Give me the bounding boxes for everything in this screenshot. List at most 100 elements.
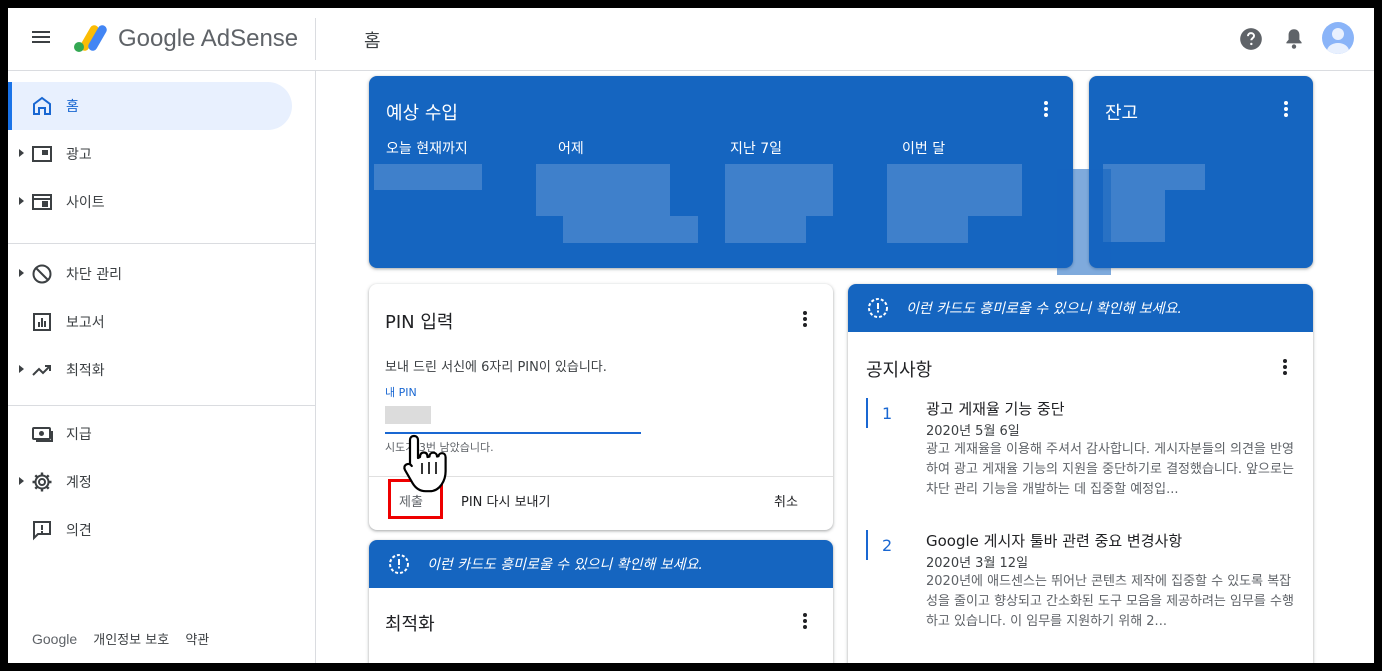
hand-pointer-icon [403,434,447,493]
sidebar-item-reports[interactable]: 보고서 [8,298,292,346]
notice-title: 광고 게재율 기능 중단 [926,400,1065,418]
adsense-logo-icon [74,25,107,52]
more-vert-icon[interactable] [793,309,817,333]
sidebar-item-label: 지급 [66,427,92,443]
notice-marker [866,530,868,560]
pin-title: PIN 입력 [385,312,454,333]
app-window: Google AdSense 홈 홈 광고 사이트 차단 관리 보고서 최적화 … [8,8,1374,663]
sidebar-item-ads[interactable]: 광고 [8,130,292,178]
info-badge-icon [389,554,409,574]
redacted-value [725,216,806,243]
sidebar-item-optimization[interactable]: 최적화 [8,346,292,394]
sidebar-item-payments[interactable]: 지급 [8,410,292,458]
redacted-value [1057,169,1111,275]
suggestion-banner: 이런 카드도 흥미로울 수 있으니 확인해 보세요. [369,540,833,588]
cancel-button[interactable]: 취소 [774,491,798,510]
stat-label-today: 오늘 현재까지 [386,141,468,157]
redacted-value [536,164,670,216]
earnings-title: 예상 수입 [386,103,458,124]
info-badge-icon [868,298,888,318]
pin-field-label: 내 PIN [385,386,417,399]
stat-label-7days: 지난 7일 [730,141,782,157]
gear-icon [32,472,52,492]
sidebar-item-label: 홈 [66,99,79,115]
sidebar-item-home[interactable]: 홈 [8,82,292,130]
pin-description: 보내 드린 서신에 6자리 PIN이 있습니다. [385,360,607,375]
sidebar-item-sites[interactable]: 사이트 [8,178,292,226]
more-vert-icon[interactable] [1034,99,1058,123]
sidebar: 홈 광고 사이트 차단 관리 보고서 최적화 지급 계정 의견 Google 개… [8,71,316,663]
expand-arrow-icon[interactable] [19,149,24,157]
main-content: 예상 수입 오늘 현재까지 어제 지난 7일 이번 달 잔고 PIN 입력 보내… [317,71,1374,663]
payments-icon [32,427,53,442]
block-icon [32,264,52,284]
privacy-link[interactable]: 개인정보 보호 [93,633,169,648]
sidebar-item-label: 보고서 [66,315,105,331]
redacted-value [887,164,1022,216]
stat-label-month: 이번 달 [902,141,946,157]
help-icon[interactable] [1238,26,1264,52]
sidebar-item-label: 의견 [66,523,92,539]
redacted-value [385,406,431,424]
notices-title: 공지사항 [866,360,933,381]
sidebar-item-feedback[interactable]: 의견 [8,506,292,554]
redacted-value [1103,164,1205,190]
sidebar-item-label: 계정 [66,475,92,491]
sidebar-divider [8,405,316,406]
feedback-icon [33,521,51,541]
reports-icon [33,313,51,331]
notice-title: Google 게시자 툴바 관련 중요 변경사항 [926,532,1183,550]
sidebar-divider [8,243,316,244]
expand-arrow-icon[interactable] [19,365,24,373]
ads-icon [32,146,52,162]
sidebar-item-label: 사이트 [66,195,105,211]
redacted-value [887,216,968,243]
redacted-value [725,164,833,216]
stat-label-yesterday: 어제 [558,141,584,157]
earnings-card: 예상 수입 오늘 현재까지 어제 지난 7일 이번 달 [369,76,1073,268]
notifications-icon[interactable] [1281,26,1307,52]
sidebar-item-label: 차단 관리 [66,267,122,283]
notice-marker [866,398,868,428]
sidebar-item-label: 최적화 [66,363,105,379]
top-bar: Google AdSense 홈 [8,8,1374,71]
balance-card: 잔고 [1089,76,1313,268]
suggestion-text: 이런 카드도 흥미로울 수 있으니 확인해 보세요. [906,301,1182,317]
home-icon [33,96,51,115]
sites-icon [32,194,52,210]
balance-title: 잔고 [1105,103,1139,124]
sidebar-item-label: 광고 [66,147,92,163]
terms-link[interactable]: 약관 [185,633,209,648]
sidebar-item-blocking[interactable]: 차단 관리 [8,250,292,298]
sidebar-item-account[interactable]: 계정 [8,458,292,506]
notice-number: 2 [882,536,893,555]
suggestion-text: 이런 카드도 흥미로울 수 있으니 확인해 보세요. [427,557,703,573]
redacted-value [1103,190,1165,242]
header-divider [315,18,316,60]
user-avatar-icon [1327,28,1349,54]
notice-item[interactable]: 1 광고 게재율 기능 중단 2020년 5월 6일 광고 게재율을 이용해 주… [866,398,1306,518]
optimization-card: 이런 카드도 흥미로울 수 있으니 확인해 보세요. 최적화 [369,540,833,663]
notice-date: 2020년 5월 6일 [926,424,1020,439]
resend-pin-button[interactable]: PIN 다시 보내기 [461,491,550,510]
app-brand: Google AdSense [118,25,299,52]
sidebar-footer: Google 개인정보 보호 약관 [32,629,221,648]
redacted-value [374,164,482,190]
notice-date: 2020년 3월 12일 [926,556,1029,571]
page-title: 홈 [364,31,381,52]
expand-arrow-icon[interactable] [19,197,24,205]
suggestion-banner: 이런 카드도 흥미로울 수 있으니 확인해 보세요. [848,284,1313,332]
more-vert-icon[interactable] [1273,357,1297,381]
expand-arrow-icon[interactable] [19,477,24,485]
notice-body: 광고 게재율을 이용해 주셔서 감사합니다. 게시자분들의 의견을 반영하여 광… [926,442,1294,497]
trending-icon [32,365,51,376]
avatar[interactable] [1322,22,1354,54]
notice-item[interactable]: 2 Google 게시자 툴바 관련 중요 변경사항 2020년 3월 12일 … [866,530,1306,650]
expand-arrow-icon[interactable] [19,269,24,277]
hamburger-menu-icon[interactable] [30,28,52,50]
notice-number: 1 [882,404,893,423]
more-vert-icon[interactable] [1274,99,1298,123]
notice-body: 2020년에 애드센스는 뛰어난 콘텐츠 제작에 집중할 수 있도록 복잡성을 … [926,574,1294,629]
redacted-value [563,216,698,243]
more-vert-icon[interactable] [793,611,817,635]
